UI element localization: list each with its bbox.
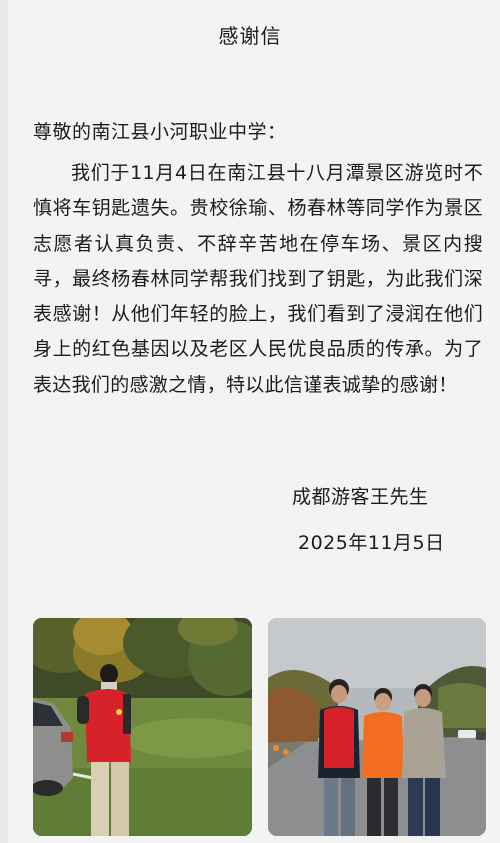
volunteer-photo-image: [33, 618, 252, 836]
letter-salutation: 尊敬的南江县小河职业中学：: [33, 121, 287, 143]
letter-body: 我们于11月4日在南江县十八月潭景区游览时不慎将车钥匙遗失。贵校徐瑜、杨春林等同…: [33, 162, 483, 396]
letter-date: 2025年11月5日: [298, 532, 445, 554]
group-photo-image: [268, 618, 486, 836]
volunteer-photo[interactable]: [33, 618, 252, 836]
group-photo[interactable]: [268, 618, 486, 836]
page-left-edge: [0, 0, 8, 843]
letter-title: 感谢信: [218, 24, 282, 48]
letter-signature: 成都游客王先生: [292, 486, 429, 508]
